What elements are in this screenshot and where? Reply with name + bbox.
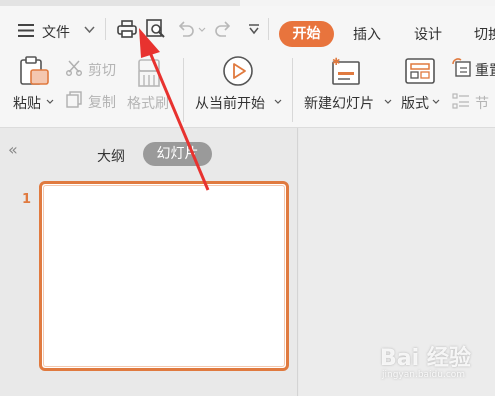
annotation-arrow — [139, 28, 210, 191]
watermark-url: jingyan.baidu.com — [382, 370, 466, 380]
baidu-watermark: Bai 经验 jingyan.baidu.com — [380, 340, 480, 390]
watermark-brand: Bai 经验 — [380, 346, 471, 371]
